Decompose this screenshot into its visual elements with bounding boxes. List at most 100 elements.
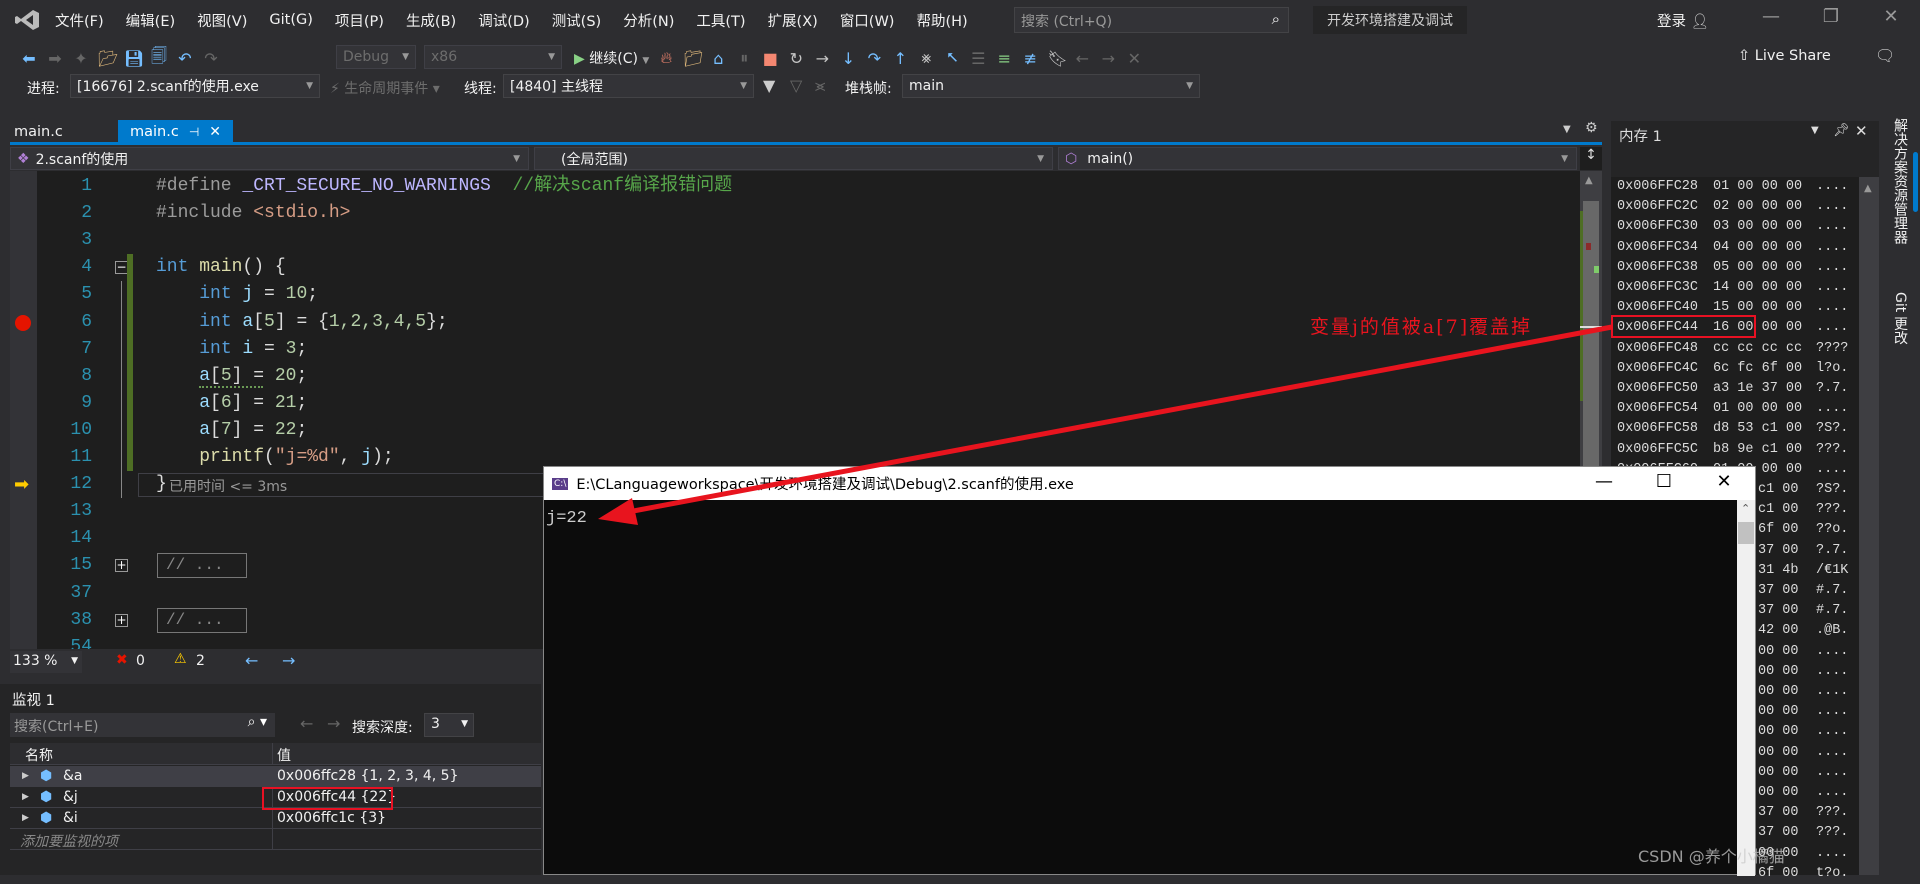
save-icon[interactable]: 💾︎	[124, 49, 144, 68]
prev-bookmark-icon[interactable]: ←	[1073, 49, 1091, 68]
restore-button[interactable]: ❐	[1816, 6, 1846, 27]
console-scrollbar[interactable]: ⌃	[1737, 500, 1755, 876]
zoom-dropdown[interactable]: 133 % ▼	[10, 651, 82, 673]
menu-item[interactable]: 测试(S)	[541, 10, 613, 31]
open-folder-icon[interactable]: 📂︎	[98, 49, 118, 68]
menu-item[interactable]: 生成(B)	[395, 10, 467, 31]
error-count[interactable]: 0	[136, 653, 145, 669]
select-icon[interactable]: ⭦	[943, 48, 961, 68]
undo-icon[interactable]: ↶	[176, 49, 194, 68]
step-out-icon[interactable]: ↑	[891, 49, 909, 68]
code-line[interactable]: #define _CRT_SECURE_NO_WARNINGS //解决scan…	[156, 173, 732, 200]
watch-row[interactable]: ▶ ⬢ &i 0x006ffc1c {3}	[10, 808, 541, 829]
menu-item[interactable]: Git(G)	[258, 12, 324, 28]
clear-bookmarks-icon[interactable]: ✕	[1125, 49, 1143, 68]
filter-icon[interactable]: ▼	[763, 76, 775, 95]
tab-main-c[interactable]: main.c ⊣ ✕	[118, 120, 233, 144]
filter-off-icon[interactable]: ▽	[790, 76, 802, 95]
pin-icon[interactable]: ⊣	[189, 125, 199, 139]
pause-icon[interactable]: ⏸︎	[735, 48, 753, 68]
panel-options-icon[interactable]: ▼	[1811, 125, 1819, 136]
search-forward-icon[interactable]: →	[327, 714, 340, 733]
menu-item[interactable]: 调试(D)	[467, 10, 540, 31]
tab-main-c[interactable]: main.c	[2, 120, 75, 144]
breakpoint-icon[interactable]	[15, 314, 31, 331]
menu-item[interactable]: 扩展(X)	[757, 10, 829, 31]
login-button[interactable]: 登录 👤︎	[1657, 10, 1709, 31]
gear-icon[interactable]: ⚙	[1585, 120, 1598, 136]
next-issue-icon[interactable]: →	[282, 651, 295, 670]
column-value[interactable]: 值	[277, 745, 291, 765]
code-line[interactable]: int i = 3;	[156, 336, 307, 363]
add-watch-row[interactable]: 添加要监视的项	[10, 829, 541, 850]
hot-reload-icon[interactable]: 🔥︎	[657, 48, 675, 68]
collapsed-region[interactable]: // ...	[157, 607, 247, 633]
code-line[interactable]: #include <stdio.h>	[156, 200, 350, 227]
solution-explorer-tab[interactable]: 解决方案资源管理器	[1890, 118, 1910, 244]
menu-item[interactable]: 分析(N)	[612, 10, 685, 31]
platform-dropdown[interactable]: x86 ▼	[424, 45, 562, 69]
expand-icon[interactable]: +	[115, 559, 128, 573]
warning-count[interactable]: 2	[196, 653, 205, 669]
step-over-icon[interactable]: ↷	[865, 49, 883, 68]
member-dropdown[interactable]: ⬡ main() ▼	[1058, 147, 1577, 170]
feedback-icon[interactable]: 🗨︎	[1875, 46, 1895, 65]
memory-scrollbar[interactable]: ▲	[1859, 177, 1879, 875]
forward-icon[interactable]: ➡	[46, 49, 64, 68]
minimize-button[interactable]: —	[1756, 6, 1786, 27]
scope-dropdown[interactable]: (全局范围) ▼	[534, 147, 1053, 170]
menu-item[interactable]: 帮助(H)	[905, 10, 978, 31]
live-share-button[interactable]: ⇧ Live Share	[1738, 48, 1831, 64]
git-changes-tab[interactable]: Git 更改	[1890, 292, 1910, 345]
console-window[interactable]: C:\ E:\CLanguageworkspace\开发环境搭建及调试\Debu…	[543, 466, 1756, 876]
thread-dropdown[interactable]: [4840] 主线程 ▼	[503, 74, 754, 98]
project-dropdown[interactable]: ❖ 2.scanf的使用 ▼	[10, 147, 529, 170]
menu-item[interactable]: 文件(F)	[44, 10, 115, 31]
stack-frame-dropdown[interactable]: main ▼	[902, 74, 1200, 98]
console-minimize-button[interactable]: —	[1584, 471, 1624, 492]
code-line[interactable]: a[6] = 21;	[156, 390, 307, 417]
comment-icon[interactable]: ≡	[995, 49, 1013, 68]
config-dropdown[interactable]: Debug ▼	[336, 45, 416, 69]
new-item-icon[interactable]: ✦	[72, 49, 90, 68]
expand-arrow-icon[interactable]: ▶	[22, 792, 29, 802]
disable-breakpoints-icon[interactable]: ⨳	[917, 48, 935, 68]
flag-threads-icon[interactable]: ⪤	[815, 76, 825, 96]
previous-issue-icon[interactable]: ←	[245, 651, 258, 670]
console-title-bar[interactable]: C:\ E:\CLanguageworkspace\开发环境搭建及调试\Debu…	[544, 467, 1755, 500]
uncomment-icon[interactable]: ≢	[1021, 49, 1039, 68]
watch-search-input[interactable]: 搜索(Ctrl+E) ⌕ ▾	[10, 713, 275, 737]
close-window-button[interactable]: ✕	[1876, 6, 1906, 27]
lifecycle-events-button[interactable]: ⚡ 生命周期事件 ▾	[330, 78, 440, 98]
code-line[interactable]: int a[5] = {1,2,3,4,5};	[156, 309, 447, 336]
menu-item[interactable]: 窗口(W)	[829, 10, 906, 31]
code-line[interactable]: int j = 10;	[156, 281, 318, 308]
column-name[interactable]: 名称	[25, 745, 53, 765]
expand-arrow-icon[interactable]: ▶	[22, 771, 29, 781]
code-line[interactable]: a[7] = 22;	[156, 417, 307, 444]
expand-arrow-icon[interactable]: ▶	[22, 813, 29, 823]
app-home-icon[interactable]: ⌂	[709, 49, 727, 68]
back-icon[interactable]: ⬅	[20, 49, 38, 68]
save-all-icon[interactable]: 🗐︎	[150, 45, 168, 72]
search-back-icon[interactable]: ←	[300, 714, 313, 733]
watch-row[interactable]: ▶ ⬢ &a 0x006ffc28 {1, 2, 3, 4, 5}	[10, 766, 541, 787]
tab-list-icon[interactable]: ▼	[1563, 124, 1571, 135]
menu-item[interactable]: 视图(V)	[186, 10, 258, 31]
breakpoint-margin[interactable]: ➡	[10, 171, 37, 649]
show-next-statement-icon[interactable]: →	[813, 49, 831, 68]
process-dropdown[interactable]: [16676] 2.scanf的使用.exe ▼	[70, 74, 320, 98]
step-into-icon[interactable]: ↓	[839, 49, 857, 68]
search-depth-dropdown[interactable]: 3 ▼	[424, 713, 474, 737]
console-close-button[interactable]: ✕	[1704, 471, 1744, 492]
stop-icon[interactable]: ■	[761, 49, 779, 68]
console-maximize-button[interactable]: ☐	[1644, 471, 1684, 492]
add-watch-placeholder[interactable]: 添加要监视的项	[20, 831, 118, 851]
next-bookmark-icon[interactable]: →	[1099, 49, 1117, 68]
collapsed-region[interactable]: // ...	[157, 553, 247, 579]
menu-item[interactable]: 项目(P)	[324, 10, 395, 31]
pin-icon[interactable]: 📌︎	[1833, 123, 1850, 138]
close-tab-icon[interactable]: ✕	[209, 124, 221, 140]
restart-icon[interactable]: ↻	[787, 49, 805, 68]
menu-item[interactable]: 工具(T)	[685, 10, 756, 31]
